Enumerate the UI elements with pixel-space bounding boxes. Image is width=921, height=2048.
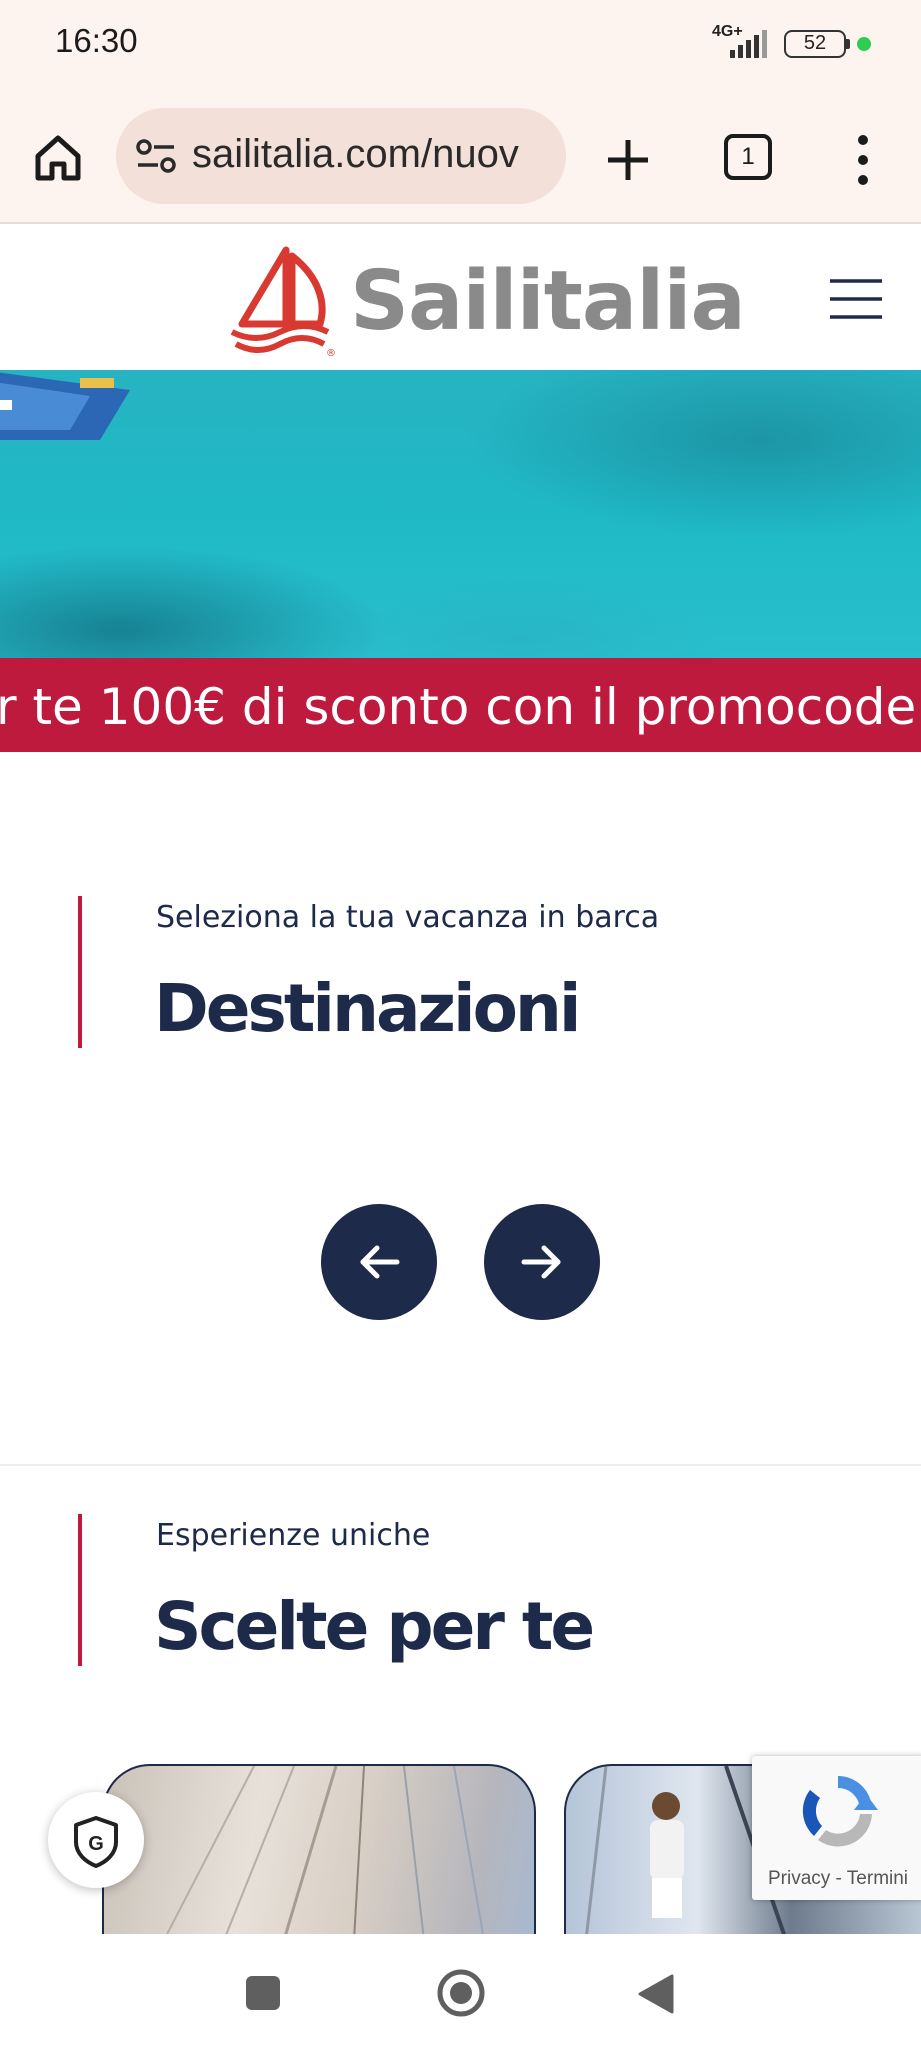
shield-g-button[interactable]: G xyxy=(48,1792,144,1888)
signal-icon xyxy=(730,30,767,58)
svg-text:G: G xyxy=(88,1833,104,1855)
battery-icon: 52 xyxy=(784,30,846,58)
boat-deck-image xyxy=(0,372,130,440)
tabs-icon[interactable]: 1 xyxy=(724,134,772,180)
promo-banner[interactable]: r te 100€ di sconto con il promocode SA xyxy=(0,658,921,752)
browser-toolbar: sailitalia.com/nuov 1 xyxy=(0,90,921,224)
sailboat-logo-icon[interactable]: ® xyxy=(228,246,338,361)
hamburger-menu-icon[interactable] xyxy=(828,278,884,320)
logo-text[interactable]: Sailitalia xyxy=(350,254,746,349)
home-icon[interactable] xyxy=(30,130,86,186)
promo-text: r te 100€ di sconto con il promocode SA xyxy=(0,678,921,736)
home-icon[interactable] xyxy=(436,1968,486,2018)
experience-card-sails[interactable] xyxy=(102,1764,536,1938)
arrow-left-icon xyxy=(360,1245,400,1279)
notification-dot xyxy=(857,37,871,51)
url-text[interactable]: sailitalia.com/nuov xyxy=(192,132,519,177)
registered-mark: ® xyxy=(326,348,336,359)
prev-destination-button[interactable] xyxy=(321,1204,437,1320)
battery-tip xyxy=(846,39,850,49)
recaptcha-links[interactable]: Privacy - Termini xyxy=(752,1868,921,1890)
shield-g-icon: G xyxy=(74,1816,118,1868)
new-tab-icon[interactable] xyxy=(598,130,658,190)
sailboat-sails-image xyxy=(163,1766,485,1938)
address-bar[interactable]: sailitalia.com/nuov xyxy=(116,108,566,204)
picks-subtitle: Esperienze uniche xyxy=(156,1518,431,1553)
back-icon[interactable] xyxy=(636,1972,676,2016)
destinations-title: Destinazioni xyxy=(154,970,582,1047)
recaptcha-icon xyxy=(802,1776,878,1847)
arrow-right-icon xyxy=(521,1245,561,1279)
next-destination-button[interactable] xyxy=(484,1204,600,1320)
site-settings-icon[interactable] xyxy=(136,138,176,174)
system-nav-bar xyxy=(0,1934,921,2048)
destinations-subtitle: Seleziona la tua vacanza in barca xyxy=(156,900,660,935)
site-header: ® Sailitalia xyxy=(0,226,921,370)
recaptcha-badge[interactable]: Privacy - Termini xyxy=(752,1756,921,1900)
status-bar: 16:30 4G+ 52 xyxy=(0,0,921,90)
section-divider xyxy=(0,1464,921,1466)
section-accent-bar xyxy=(78,896,82,1048)
section-accent-bar xyxy=(78,1514,82,1666)
clock: 16:30 xyxy=(55,22,138,59)
more-menu-icon[interactable] xyxy=(848,132,878,188)
picks-title: Scelte per te xyxy=(154,1588,595,1665)
hero-sea-image xyxy=(0,370,921,658)
recents-icon[interactable] xyxy=(246,1976,280,2010)
